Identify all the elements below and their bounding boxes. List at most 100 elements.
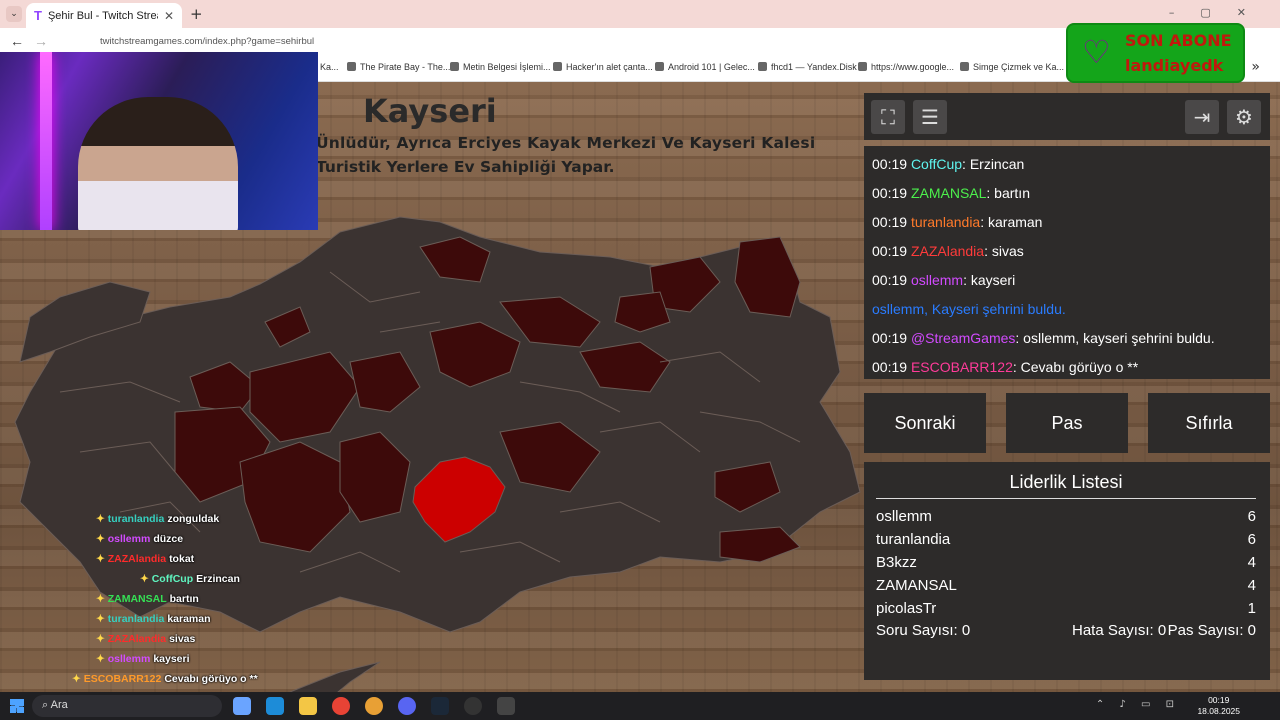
new-tab-button[interactable]: + (190, 5, 203, 23)
obs-icon[interactable] (464, 697, 482, 715)
bookmark-icon (655, 62, 664, 71)
next-button[interactable]: Sonraki (864, 393, 986, 453)
overlay-chat-line: ✦ ZAMANSAL bartın (96, 590, 199, 608)
chat-username: CoffCup (910, 156, 963, 172)
chat-text: : kayseri (963, 272, 1016, 288)
chat-time: 00:19 (872, 359, 908, 375)
browser-tab[interactable]: T Şehir Bul - Twitch Stream G ✕ (26, 3, 182, 28)
notes-icon[interactable]: ☰ (913, 100, 947, 134)
system-tray[interactable]: ⌃ ♪ ▭ ⊡ (1096, 699, 1180, 710)
leaderboard-row: turanlandia 6 (876, 531, 1256, 548)
back-button[interactable]: ← (10, 33, 24, 49)
chat-time: 00:19 (872, 214, 908, 230)
overlay-message: kayseri (153, 653, 190, 665)
overlay-chat-line: ✦ ESCOBARR122 Cevabı görüyo o ** (72, 670, 258, 688)
overlay-message: düzce (153, 533, 184, 545)
chat-username: osllemm (910, 272, 964, 288)
discord-icon[interactable] (398, 697, 416, 715)
streamer-figure (78, 97, 238, 230)
window-controls[interactable]: –▢✕ (1169, 6, 1272, 19)
badge-icon: ✦ (96, 553, 108, 565)
chrome-icon[interactable] (332, 697, 350, 715)
chat-time: 00:19 (872, 156, 908, 172)
bookmark-1[interactable]: Ka... (320, 62, 339, 72)
leaderboard-row: ZAMANSAL 4 (876, 577, 1256, 594)
pass-count: Pas Sayısı: 0 (1167, 622, 1256, 639)
city-title: Kayseri (363, 92, 497, 130)
tab-title: Şehir Bul - Twitch Stream G (47, 9, 158, 22)
game-chat: 00:19 CoffCup: Erzincan 00:19 ZAMANSAL: b… (864, 146, 1270, 379)
chat-username: ESCOBARR122 (910, 359, 1013, 375)
chat-time: 00:19 (872, 330, 908, 346)
bookmark-7[interactable]: https://www.google... (858, 62, 954, 72)
pass-button[interactable]: Pas (1006, 393, 1128, 453)
taskbar-search[interactable]: ⌕ Ara (32, 695, 222, 717)
chat-username: osllemm, (872, 301, 929, 317)
game-buttons: Sonraki Pas Sıfırla (864, 393, 1270, 453)
chat-text: : Erzincan (962, 156, 1025, 172)
bookmark-3[interactable]: Metin Belgesi İşlemi... (450, 62, 551, 72)
overlay-message: bartın (169, 593, 199, 605)
leaderboard-title: Liderlik Listesi (876, 472, 1256, 499)
fullscreen-icon[interactable]: ⛶ (871, 100, 905, 134)
file-explorer-icon[interactable] (299, 697, 317, 715)
bookmark-4[interactable]: Hacker'ın alet çanta... (553, 62, 653, 72)
bookmark-8[interactable]: Simge Çizmek ve Ka... (960, 62, 1064, 72)
error-count: Hata Sayısı: 0 (1072, 622, 1167, 639)
chat-text: : karaman (980, 214, 1043, 230)
badge-icon: ✦ (96, 513, 108, 525)
epic-games-icon[interactable] (497, 697, 515, 715)
tab-search-button[interactable]: ⌄ (6, 6, 22, 22)
overlay-message: tokat (169, 553, 195, 565)
badge-icon: ✦ (96, 533, 108, 545)
overlay-message: Erzincan (196, 573, 240, 585)
edge-icon[interactable] (266, 697, 284, 715)
overlay-chat-line: ✦ ZAZAlandia tokat (96, 550, 194, 568)
game-stats: Soru Sayısı: 0 Hata Sayısı: 0 Pas Sayısı… (876, 622, 1256, 642)
chat-message: 00:19 turanlandia: karaman (872, 212, 1262, 241)
overlay-username: ESCOBARR122 (83, 673, 162, 685)
windows-start-icon[interactable] (10, 699, 24, 713)
chat-time: 00:19 (872, 272, 908, 288)
reset-button[interactable]: Sıfırla (1148, 393, 1270, 453)
bookmark-2[interactable]: The Pirate Bay - The... (347, 62, 450, 72)
overlay-message: sivas (169, 633, 196, 645)
overlay-chat-line: ✦ ZAZAlandia sivas (96, 630, 195, 648)
question-count: Soru Sayısı: 0 (876, 622, 971, 639)
search-icon: ⌕ (42, 699, 51, 711)
overlay-username: osllemm (107, 653, 151, 665)
chat-text: : sivas (984, 243, 1024, 259)
bookmark-icon (553, 62, 562, 71)
tab-close-icon[interactable]: ✕ (164, 9, 174, 23)
exit-icon[interactable]: ⇥ (1185, 100, 1219, 134)
game-toolbar: ⛶ ☰ ⇥ ⚙ (864, 93, 1270, 140)
chat-message: osllemm, Kayseri şehrini buldu. (872, 299, 1262, 328)
city-description-line1: Ünlüdür, Ayrıca Erciyes Kayak Merkezi Ve… (316, 134, 816, 152)
bookmarks-more-icon[interactable]: » (1251, 59, 1260, 75)
steam-icon[interactable] (431, 697, 449, 715)
bookmark-icon (858, 62, 867, 71)
overlay-chat-line: ✦ osllemm kayseri (96, 650, 190, 668)
forward-button[interactable]: → (34, 33, 48, 49)
badge-icon: ✦ (72, 673, 84, 685)
leaderboard: Liderlik Listesi osllemm 6 turanlandia 6 B… (864, 462, 1270, 680)
chat-text: Kayseri şehrini buldu. (928, 301, 1066, 317)
overlay-chat-line: ✦ turanlandia zonguldak (96, 510, 219, 528)
heart-icon: ♡ (1082, 33, 1111, 71)
badge-icon: ✦ (96, 633, 108, 645)
bookmark-5[interactable]: Android 101 | Gelec... (655, 62, 755, 72)
overlay-chat-line: ✦ osllemm düzce (96, 530, 183, 548)
windows-taskbar: ⌕ Ara ⌃ ♪ ▭ ⊡ 00:19 18.08.2025 (0, 692, 1280, 720)
settings-gear-icon[interactable]: ⚙ (1227, 100, 1261, 134)
chrome-active-icon[interactable] (365, 697, 383, 715)
taskbar-clock[interactable]: 00:19 18.08.2025 (1197, 695, 1240, 717)
bookmark-icon (960, 62, 969, 71)
subscriber-name: landiayedk (1125, 56, 1224, 75)
chat-message: 00:19 ZAMANSAL: bartın (872, 183, 1262, 212)
bookmark-6[interactable]: fhcd1 — Yandex.Disk (758, 62, 857, 72)
badge-icon: ✦ (96, 653, 108, 665)
copilot-icon[interactable] (233, 697, 251, 715)
address-bar[interactable]: twitchstreamgames.com/index.php?game=seh… (100, 36, 314, 47)
subscriber-label: SON ABONE (1125, 31, 1232, 50)
badge-icon: ✦ (96, 593, 108, 605)
